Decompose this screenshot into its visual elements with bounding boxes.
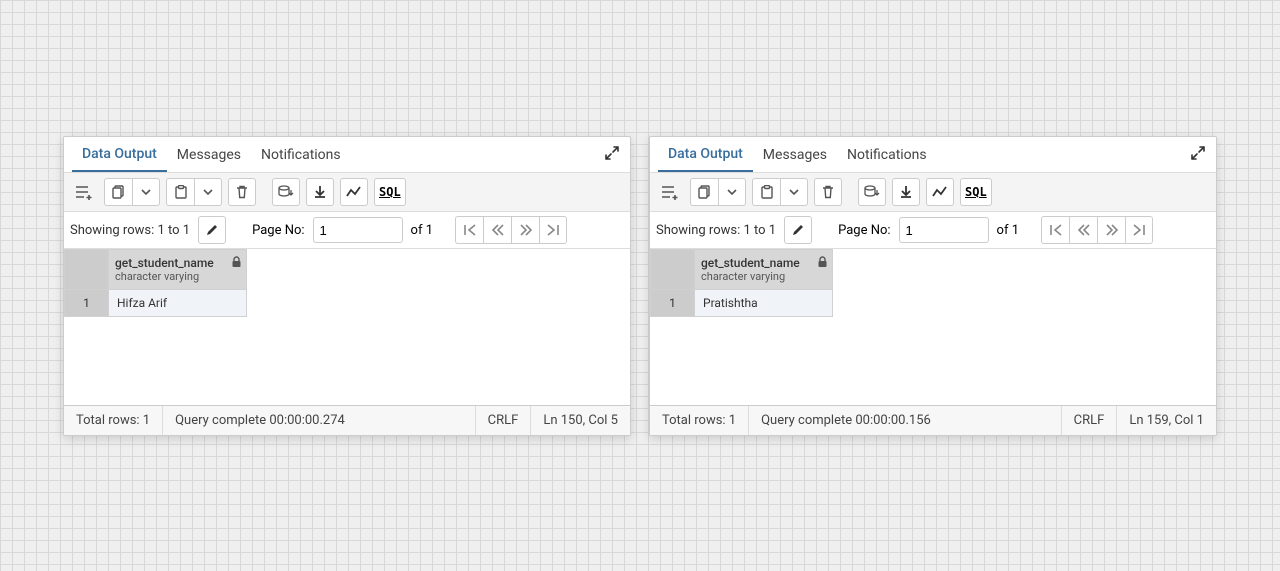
corner-cell[interactable] (65, 250, 109, 290)
paste-button[interactable] (752, 178, 780, 206)
save-data-button[interactable] (858, 178, 886, 206)
column-type: character varying (701, 270, 808, 283)
copy-button[interactable] (104, 178, 132, 206)
pager: Showing rows: 1 to 1 Page No: of 1 (64, 212, 630, 249)
tab-data-output[interactable]: Data Output (658, 138, 753, 172)
total-rows: Total rows: 1 (650, 406, 749, 435)
status-bar: Total rows: 1 Query complete 00:00:00.15… (650, 405, 1216, 435)
tab-notifications[interactable]: Notifications (251, 139, 351, 171)
corner-cell[interactable] (651, 250, 695, 290)
next-page-button[interactable] (511, 216, 539, 244)
row-number[interactable]: 1 (651, 290, 695, 317)
table-row[interactable]: 1 Pratishtha (651, 290, 833, 317)
cell-value[interactable]: Hifza Arif (109, 290, 247, 317)
add-row-icon[interactable] (656, 178, 684, 206)
column-header[interactable]: get_student_name character varying (695, 250, 833, 290)
tab-messages[interactable]: Messages (753, 139, 837, 171)
table-row[interactable]: 1 Hifza Arif (65, 290, 247, 317)
tabs: Data Output Messages Notifications (650, 137, 1216, 173)
last-page-button[interactable] (1125, 216, 1153, 244)
pager: Showing rows: 1 to 1 Page No: of 1 (650, 212, 1216, 249)
save-data-button[interactable] (272, 178, 300, 206)
sql-button[interactable]: SQL (960, 178, 992, 206)
copy-dropdown[interactable] (132, 178, 160, 206)
first-page-button[interactable] (1041, 216, 1069, 244)
tab-messages[interactable]: Messages (167, 139, 251, 171)
result-panel: Data Output Messages Notifications SQL S… (649, 136, 1217, 436)
toolbar: SQL (64, 173, 630, 212)
tab-data-output[interactable]: Data Output (72, 138, 167, 172)
copy-button[interactable] (690, 178, 718, 206)
expand-icon[interactable] (1190, 145, 1206, 161)
cursor-position: Ln 159, Col 1 (1117, 406, 1216, 435)
rows-label: Showing rows: 1 to 1 (656, 223, 776, 238)
result-panel: Data Output Messages Notifications SQL S… (63, 136, 631, 436)
column-header[interactable]: get_student_name character varying (109, 250, 247, 290)
edit-button[interactable] (198, 216, 226, 244)
cell-value[interactable]: Pratishtha (695, 290, 833, 317)
lock-icon (231, 256, 242, 268)
chart-button[interactable] (340, 178, 368, 206)
column-type: character varying (115, 270, 222, 283)
add-row-icon[interactable] (70, 178, 98, 206)
delete-button[interactable] (814, 178, 842, 206)
download-button[interactable] (306, 178, 334, 206)
delete-button[interactable] (228, 178, 256, 206)
column-name: get_student_name (701, 256, 800, 270)
cursor-position: Ln 150, Col 5 (531, 406, 630, 435)
page-no-input[interactable] (899, 217, 989, 243)
prev-page-button[interactable] (1069, 216, 1097, 244)
page-no-label: Page No: (252, 223, 304, 238)
page-of-label: of 1 (411, 223, 433, 238)
lock-icon (817, 256, 828, 268)
edit-button[interactable] (784, 216, 812, 244)
page-of-label: of 1 (997, 223, 1019, 238)
data-grid[interactable]: get_student_name character varying 1 Hif… (64, 249, 630, 405)
first-page-button[interactable] (455, 216, 483, 244)
status-bar: Total rows: 1 Query complete 00:00:00.27… (64, 405, 630, 435)
next-page-button[interactable] (1097, 216, 1125, 244)
query-status: Query complete 00:00:00.274 (163, 406, 476, 435)
paste-dropdown[interactable] (194, 178, 222, 206)
paste-dropdown[interactable] (780, 178, 808, 206)
rows-label: Showing rows: 1 to 1 (70, 223, 190, 238)
expand-icon[interactable] (604, 145, 620, 161)
column-name: get_student_name (115, 256, 214, 270)
paste-button[interactable] (166, 178, 194, 206)
data-grid[interactable]: get_student_name character varying 1 Pra… (650, 249, 1216, 405)
toolbar: SQL (650, 173, 1216, 212)
tab-notifications[interactable]: Notifications (837, 139, 937, 171)
line-ending: CRLF (476, 406, 532, 435)
page-no-input[interactable] (313, 217, 403, 243)
tabs: Data Output Messages Notifications (64, 137, 630, 173)
copy-dropdown[interactable] (718, 178, 746, 206)
page-no-label: Page No: (838, 223, 890, 238)
prev-page-button[interactable] (483, 216, 511, 244)
total-rows: Total rows: 1 (64, 406, 163, 435)
line-ending: CRLF (1062, 406, 1118, 435)
row-number[interactable]: 1 (65, 290, 109, 317)
chart-button[interactable] (926, 178, 954, 206)
query-status: Query complete 00:00:00.156 (749, 406, 1062, 435)
sql-button[interactable]: SQL (374, 178, 406, 206)
last-page-button[interactable] (539, 216, 567, 244)
download-button[interactable] (892, 178, 920, 206)
